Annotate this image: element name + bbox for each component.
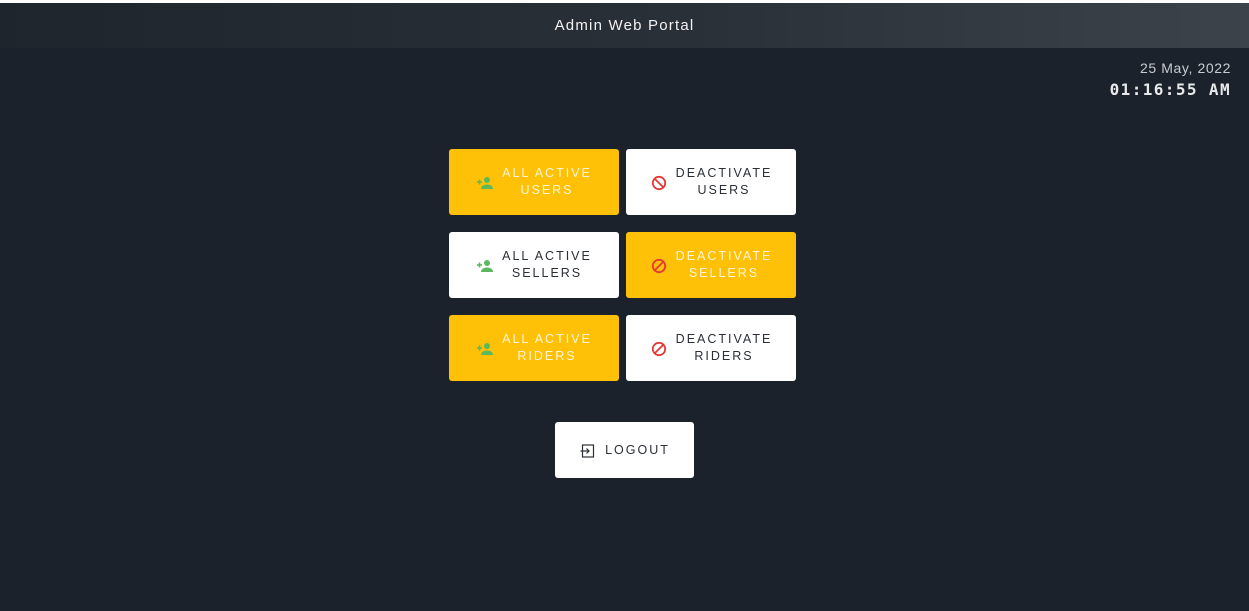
block-icon [650, 174, 668, 192]
deactivate-sellers-button[interactable]: DEACTIVATE SELLERS [626, 232, 796, 298]
button-label: ALL ACTIVE RIDERS [502, 332, 592, 363]
all-active-users-button[interactable]: ALL ACTIVE USERS [449, 149, 619, 215]
deactivate-users-button[interactable]: DEACTIVATE USERS [626, 149, 796, 215]
person-add-icon [476, 340, 494, 358]
button-label: DEACTIVATE SELLERS [675, 249, 773, 280]
all-active-sellers-button[interactable]: ALL ACTIVE SELLERS [449, 232, 619, 298]
logout-icon [579, 442, 597, 460]
datetime-display: 25 May, 2022 01:16:55 AM [1110, 60, 1231, 99]
logout-label: LOGOUT [605, 442, 670, 457]
button-label: DEACTIVATE RIDERS [675, 332, 773, 363]
person-add-icon [476, 174, 494, 192]
block-icon [650, 340, 668, 358]
logout-button[interactable]: LOGOUT [555, 422, 694, 478]
button-label: ALL ACTIVE USERS [502, 166, 592, 197]
deactivate-riders-button[interactable]: DEACTIVATE RIDERS [626, 315, 796, 381]
all-active-riders-button[interactable]: ALL ACTIVE RIDERS [449, 315, 619, 381]
header-bar: Admin Web Portal [0, 0, 1249, 48]
block-icon [650, 257, 668, 275]
current-date: 25 May, 2022 [1140, 60, 1231, 76]
admin-portal-app: Admin Web Portal 25 May, 2022 01:16:55 A… [0, 0, 1249, 611]
person-add-icon [476, 257, 494, 275]
page-title: Admin Web Portal [554, 17, 695, 34]
button-label: DEACTIVATE USERS [675, 166, 773, 197]
button-label: ALL ACTIVE SELLERS [502, 249, 592, 280]
current-time: 01:16:55 AM [1109, 80, 1231, 99]
